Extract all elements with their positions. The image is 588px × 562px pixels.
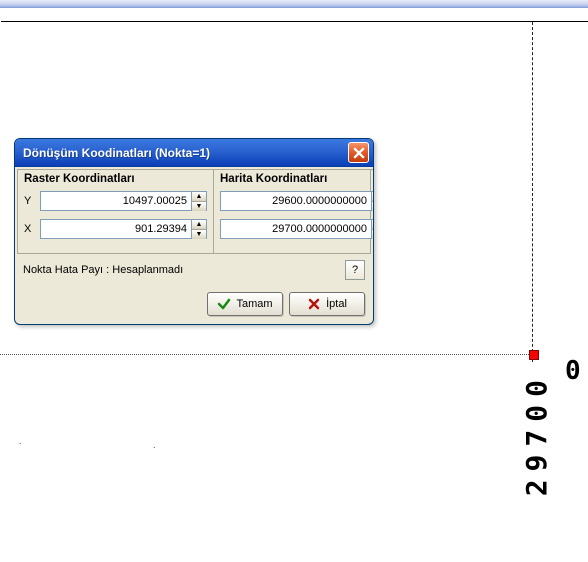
dialog-titlebar[interactable]: Dönüşüm Koodinatları (Nokta=1) <box>15 139 373 167</box>
raster-x-spin-up[interactable]: ▲ <box>192 220 206 230</box>
cancel-button[interactable]: İptal <box>289 292 365 316</box>
harita-y-spin-up[interactable]: ▲ <box>372 192 374 202</box>
harita-x-spin-down[interactable]: ▼ <box>372 230 374 239</box>
ok-button[interactable]: Tamam <box>207 292 283 316</box>
raster-x-spin-down[interactable]: ▼ <box>192 230 206 239</box>
check-icon <box>217 297 231 311</box>
ok-button-label: Tamam <box>236 298 272 310</box>
control-point-marker[interactable] <box>529 350 539 360</box>
harita-panel-header: Harita Koordinatları <box>214 170 374 191</box>
harita-panel: Harita Koordinatları ▲ ▼ <box>213 169 374 253</box>
raster-y-input[interactable] <box>40 191 191 211</box>
point-error-label: Nokta Hata Payı : Hesaplanmadı <box>23 264 339 276</box>
transform-coordinates-dialog: Dönüşüm Koodinatları (Nokta=1) Raster Ko… <box>14 138 374 325</box>
close-button[interactable] <box>348 142 369 163</box>
tick-mark: . <box>19 436 22 446</box>
dialog-title: Dönüşüm Koodinatları (Nokta=1) <box>23 146 348 160</box>
coordinate-annotation-y: 29700 <box>520 372 553 496</box>
raster-panel-header: Raster Koordinatları <box>18 170 213 191</box>
harita-x-input[interactable] <box>220 219 371 239</box>
close-icon <box>353 147 365 159</box>
harita-y-input[interactable] <box>220 191 371 211</box>
map-vertical-guideline <box>532 22 533 362</box>
harita-y-spin-down[interactable]: ▼ <box>372 202 374 211</box>
map-horizontal-guideline <box>0 354 535 355</box>
harita-x-spin-up[interactable]: ▲ <box>372 220 374 230</box>
help-button[interactable]: ? <box>345 260 365 280</box>
cancel-icon <box>307 297 321 311</box>
canvas-top-border <box>1 21 588 22</box>
raster-x-label: X <box>24 223 36 235</box>
raster-y-label: Y <box>24 195 36 207</box>
raster-y-spin-down[interactable]: ▼ <box>192 202 206 211</box>
raster-panel: Raster Koordinatları Y ▲ ▼ X <box>18 169 213 253</box>
tick-mark: . <box>153 440 156 450</box>
raster-y-spin-up[interactable]: ▲ <box>192 192 206 202</box>
coordinate-annotation-0: 0 <box>565 356 581 386</box>
app-menubar-strip <box>0 0 588 8</box>
raster-x-input[interactable] <box>40 219 191 239</box>
cancel-button-label: İptal <box>326 298 347 310</box>
